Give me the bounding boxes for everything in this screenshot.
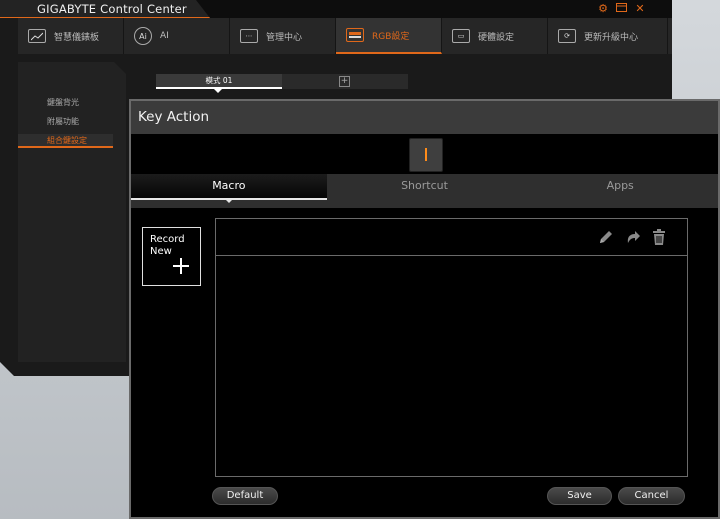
tab-ai[interactable]: Ai AI xyxy=(124,18,230,54)
tab-apps[interactable]: Apps xyxy=(522,174,718,208)
record-new-button[interactable]: Record New xyxy=(142,227,201,286)
save-button[interactable]: Save xyxy=(547,487,612,505)
tab-label: 更新升級中心 xyxy=(584,32,639,43)
sidebar-item-key-combo[interactable]: 組合鍵設定 xyxy=(18,134,113,148)
tab-label: Shortcut xyxy=(401,179,448,192)
add-profile-button[interactable]: + xyxy=(282,74,408,89)
macro-panel xyxy=(215,218,688,477)
macro-toolbar xyxy=(216,219,687,256)
sidebar-item-label: 鍵盤背光 xyxy=(47,98,79,107)
record-new-line2: New xyxy=(150,246,172,257)
close-icon[interactable]: ✕ xyxy=(633,2,647,16)
tab-label: 智慧儀錶板 xyxy=(54,32,100,43)
plus-box-icon: + xyxy=(339,76,350,87)
update-icon: ⟳ xyxy=(558,29,576,43)
trash-icon[interactable] xyxy=(650,228,668,246)
dialog-title: Key Action xyxy=(131,101,718,134)
tab-label: 硬體設定 xyxy=(478,32,515,43)
gear-icon[interactable]: ⚙ xyxy=(596,2,610,16)
app-title: GIGABYTE Control Center xyxy=(37,2,187,16)
record-new-label: Record New xyxy=(150,234,185,258)
title-bar: GIGABYTE Control Center ⚙ ✕ xyxy=(0,0,672,18)
keyboard-icon: ⋯ xyxy=(240,29,258,43)
laptop-icon: ▭ xyxy=(452,29,470,43)
tab-dashboard[interactable]: 智慧儀錶板 xyxy=(18,18,124,54)
cancel-button[interactable]: Cancel xyxy=(618,487,685,505)
redo-icon[interactable] xyxy=(624,228,642,246)
selected-key[interactable] xyxy=(409,138,443,172)
tab-label: AI xyxy=(160,31,169,41)
key-cursor-icon xyxy=(425,148,427,161)
tab-rgb[interactable]: RGB設定 xyxy=(336,18,442,54)
tab-update[interactable]: ⟳ 更新升級中心 xyxy=(548,18,668,54)
sidebar-item-extras[interactable]: 附屬功能 xyxy=(47,116,79,127)
profile-tab-01[interactable]: 模式 01 xyxy=(156,74,282,93)
tab-macro[interactable]: Macro xyxy=(131,174,327,203)
dashboard-icon xyxy=(28,29,46,43)
profile-tab-label: 模式 01 xyxy=(205,76,233,85)
top-navigation: 智慧儀錶板 Ai AI ⋯ 管理中心 RGB設定 ▭ 硬體設定 ⟳ 更新升級中心 xyxy=(18,18,672,54)
sidebar-item-label: 組合鍵設定 xyxy=(47,136,87,145)
tab-label: RGB設定 xyxy=(372,31,410,42)
button-label: Save xyxy=(567,490,592,501)
profile-tabs: 模式 01 + xyxy=(156,74,408,93)
sidebar-item-label: 附屬功能 xyxy=(47,117,79,126)
sidebar: 鍵盤背光 附屬功能 組合鍵設定 xyxy=(18,62,126,362)
key-action-dialog: Key Action Macro Shortcut Apps Record Ne… xyxy=(129,99,720,519)
record-new-line1: Record xyxy=(150,234,185,245)
dialog-tabs: Macro Shortcut Apps xyxy=(131,174,718,208)
restore-icon[interactable] xyxy=(614,2,628,16)
tab-management[interactable]: ⋯ 管理中心 xyxy=(230,18,336,54)
tab-label: Apps xyxy=(606,179,634,192)
plus-icon xyxy=(173,258,189,274)
button-label: Cancel xyxy=(634,490,669,501)
ai-icon: Ai xyxy=(134,27,152,45)
tab-label: Macro xyxy=(212,179,246,192)
pencil-icon[interactable] xyxy=(597,228,615,246)
brand-area: GIGABYTE Control Center xyxy=(0,0,210,18)
default-button[interactable]: Default xyxy=(212,487,278,505)
tab-hardware[interactable]: ▭ 硬體設定 xyxy=(442,18,548,54)
tab-shortcut[interactable]: Shortcut xyxy=(327,174,523,208)
rgb-keyboard-icon xyxy=(346,28,364,42)
button-label: Default xyxy=(226,490,264,501)
macro-list[interactable] xyxy=(216,257,687,476)
tab-label: 管理中心 xyxy=(266,32,303,43)
sidebar-item-backlight[interactable]: 鍵盤背光 xyxy=(47,97,79,108)
